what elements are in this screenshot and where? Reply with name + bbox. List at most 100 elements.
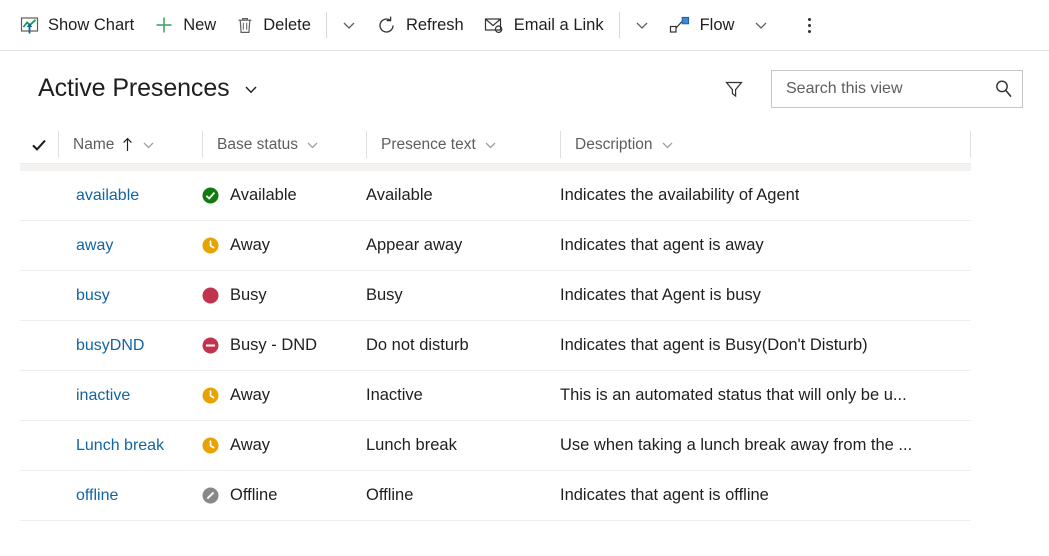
table-row[interactable]: available Available Available Indicates the… (20, 171, 971, 221)
grid-header-shadow (20, 164, 971, 171)
cell-description: Indicates that agent is offline (560, 471, 971, 520)
base-status-text: Away (230, 236, 271, 254)
cell-description: Indicates that agent is Busy(Don't Distu… (560, 321, 971, 370)
record-name-link[interactable]: inactive (76, 387, 130, 405)
table-row[interactable]: inactive Away Inactive This is an automated… (20, 371, 971, 421)
select-all-checkbox[interactable] (20, 131, 58, 158)
column-header-presence-text[interactable]: Presence text (366, 131, 560, 158)
record-name-link[interactable]: Lunch break (76, 437, 164, 455)
row-checkbox[interactable] (20, 371, 58, 420)
record-name-link[interactable]: away (76, 237, 113, 255)
cell-presence-text: Busy (366, 271, 560, 320)
flow-button[interactable]: Flow (659, 6, 745, 44)
cell-presence-text: Lunch break (366, 421, 560, 470)
grid-header-row: Name Base status Presence text Descripti… (20, 126, 971, 164)
description-text: Indicates that agent is Busy(Don't Distu… (560, 336, 868, 354)
base-status-text: Away (230, 386, 271, 404)
presence-text: Offline (366, 486, 414, 504)
cell-presence-text: Available (366, 171, 560, 220)
flow-chevron-button[interactable] (744, 6, 778, 44)
cell-base-status: Busy (202, 271, 366, 320)
description-text: Indicates that agent is offline (560, 486, 769, 504)
base-status-text: Offline (230, 486, 278, 504)
cell-base-status: Available (202, 171, 366, 220)
presence-text: Busy (366, 286, 403, 304)
command-bar: Show Chart New Delete Refresh Email a Li… (0, 0, 1049, 51)
cell-description: Use when taking a lunch break away from … (560, 421, 971, 470)
show-chart-button[interactable]: Show Chart (10, 6, 144, 44)
table-row[interactable]: offline Offline Offline Indicates that agen… (20, 471, 971, 521)
row-checkbox[interactable] (20, 171, 58, 220)
cell-description: Indicates that agent is away (560, 221, 971, 270)
overflow-dot (807, 17, 811, 21)
record-name-link[interactable]: busy (76, 287, 110, 305)
status-busy-icon (202, 287, 219, 304)
table-row[interactable]: busy Busy Busy Indicates that Agent is busy (20, 271, 971, 321)
flow-label: Flow (699, 15, 735, 34)
chevron-down-icon[interactable] (141, 137, 156, 152)
chevron-down-icon[interactable] (483, 137, 498, 152)
column-header-name[interactable]: Name (58, 131, 202, 158)
delete-more-chevron-button[interactable] (332, 6, 366, 44)
show-chart-label: Show Chart (48, 15, 135, 34)
cell-name: away (58, 221, 202, 270)
record-name-link[interactable]: available (76, 187, 139, 205)
row-checkbox[interactable] (20, 321, 58, 370)
refresh-label: Refresh (405, 15, 464, 34)
view-selector[interactable]: Active Presences (38, 74, 260, 103)
table-row[interactable]: away Away Appear away Indicates that agent … (20, 221, 971, 271)
grid-body: available Available Available Indicates the… (20, 171, 971, 521)
search-icon[interactable] (993, 78, 1014, 99)
more-commands-button[interactable] (792, 6, 826, 44)
presence-text: Available (366, 186, 433, 204)
delete-button[interactable]: Delete (226, 6, 321, 44)
chevron-down-icon[interactable] (305, 137, 320, 152)
command-divider-2 (618, 12, 620, 38)
record-name-link[interactable]: busyDND (76, 337, 144, 355)
presence-text: Lunch break (366, 436, 457, 454)
refresh-button[interactable]: Refresh (366, 6, 474, 44)
refresh-icon (376, 15, 397, 36)
cell-name: busyDND (58, 321, 202, 370)
row-checkbox[interactable] (20, 221, 58, 270)
cell-name: offline (58, 471, 202, 520)
presence-text: Do not disturb (366, 336, 469, 354)
table-row[interactable]: Lunch break Away Lunch break Use when takin… (20, 421, 971, 471)
search-box[interactable] (771, 69, 1023, 108)
chevron-down-icon[interactable] (660, 137, 675, 152)
email-a-link-button[interactable]: Email a Link (474, 6, 614, 44)
column-edge-divider (970, 131, 971, 158)
cell-base-status: Away (202, 421, 366, 470)
cell-base-status: Busy - DND (202, 321, 366, 370)
row-checkbox[interactable] (20, 271, 58, 320)
column-header-description[interactable]: Description (560, 131, 970, 158)
column-header-presence-text-label: Presence text (381, 135, 476, 153)
chevron-down-icon (634, 17, 650, 33)
column-header-base-status[interactable]: Base status (202, 131, 366, 158)
search-input[interactable] (786, 79, 993, 98)
overflow-dot (807, 29, 811, 33)
table-row[interactable]: busyDND Busy - DND Do not disturb Indicates… (20, 321, 971, 371)
row-checkbox[interactable] (20, 421, 58, 470)
filter-button[interactable] (719, 74, 749, 104)
flow-icon (669, 16, 691, 34)
chevron-down-icon (242, 80, 260, 98)
base-status-text: Busy - DND (230, 336, 318, 354)
record-name-link[interactable]: offline (76, 487, 118, 505)
description-text: Use when taking a lunch break away from … (560, 436, 913, 454)
new-button[interactable]: New (144, 6, 226, 44)
cell-name: Lunch break (58, 421, 202, 470)
page-title: Active Presences (38, 74, 230, 102)
email-more-chevron-button[interactable] (625, 6, 659, 44)
description-text: This is an automated status that will on… (560, 386, 907, 404)
description-text: Indicates the availability of Agent (560, 186, 800, 204)
row-checkbox[interactable] (20, 471, 58, 520)
status-away-icon (202, 237, 219, 254)
cell-name: inactive (58, 371, 202, 420)
status-away-icon (202, 387, 219, 404)
email-link-icon (484, 16, 505, 34)
column-header-description-label: Description (575, 135, 653, 153)
status-away-icon (202, 437, 219, 454)
cell-description: Indicates that Agent is busy (560, 271, 971, 320)
cell-base-status: Away (202, 371, 366, 420)
